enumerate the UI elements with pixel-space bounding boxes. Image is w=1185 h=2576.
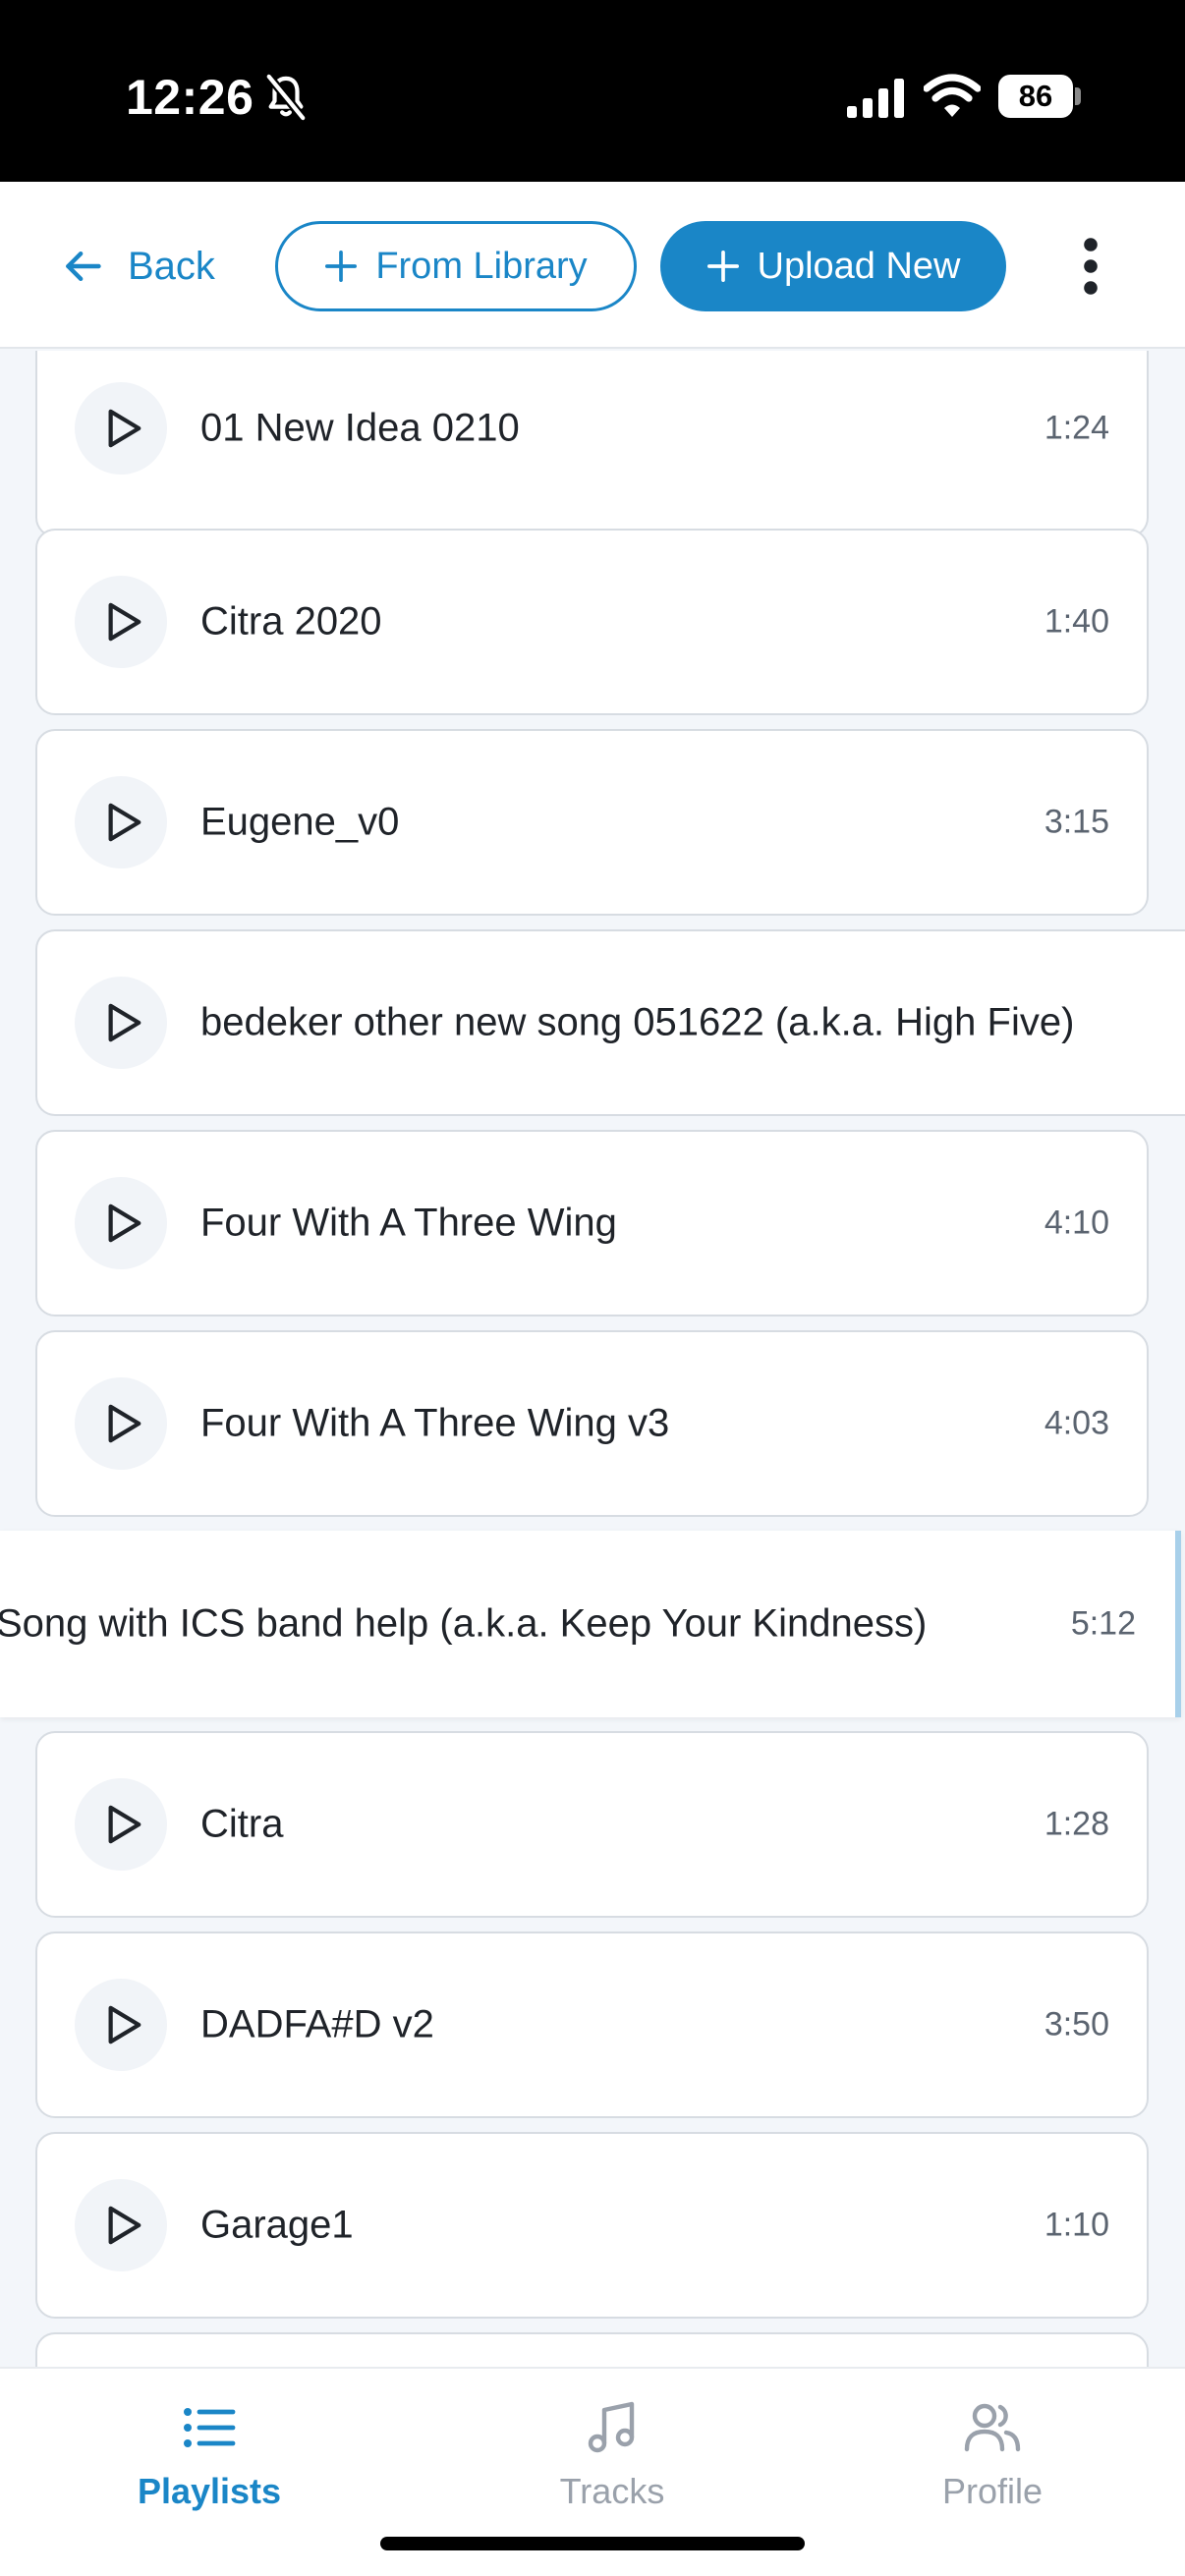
arrow-left-icon xyxy=(66,251,101,282)
tab-profile-label: Profile xyxy=(941,2471,1044,2511)
wifi-icon xyxy=(924,74,981,117)
music-note-icon xyxy=(588,2401,635,2453)
track-row[interactable]: 01 New Idea 0210 1:24 xyxy=(35,351,1149,537)
play-button[interactable] xyxy=(75,977,167,1069)
track-row[interactable]: DADFA#D v2 3:50 xyxy=(35,1932,1149,2118)
plus-icon xyxy=(325,250,358,283)
track-duration: 4:03 xyxy=(1044,1404,1109,1442)
track-duration: 3:50 xyxy=(1044,2005,1109,2044)
play-button[interactable] xyxy=(75,1177,167,1269)
tab-tracks[interactable]: Tracks xyxy=(484,2398,740,2512)
track-title: Citra 2020 xyxy=(200,599,382,644)
play-button[interactable] xyxy=(75,2179,167,2271)
track-duration: 4:10 xyxy=(1044,1204,1109,1242)
play-button[interactable] xyxy=(75,1778,167,1871)
track-duration: 3:15 xyxy=(1044,803,1109,841)
track-duration: 5:12 xyxy=(1070,1604,1136,1643)
track-row[interactable]: Citra 2020 1:40 xyxy=(35,529,1149,715)
track-title: 01 New Idea 0210 xyxy=(200,406,520,450)
play-button[interactable] xyxy=(75,576,167,668)
back-button[interactable]: Back xyxy=(61,237,215,296)
track-list: 01 New Idea 0210 1:24 Citra 2020 1:40 Eu… xyxy=(0,351,1185,2367)
status-time: 12:26 xyxy=(126,70,254,125)
battery-level: 86 xyxy=(998,75,1073,118)
from-library-button[interactable]: From Library xyxy=(275,221,637,311)
track-row[interactable]: bedeker other new song 051622 (a.k.a. Hi… xyxy=(35,929,1185,1116)
header-toolbar: Back From Library Upload New xyxy=(0,182,1185,349)
tab-playlists[interactable]: Playlists xyxy=(82,2398,337,2512)
from-library-label: From Library xyxy=(375,245,588,287)
play-button[interactable] xyxy=(75,1377,167,1470)
status-bar: 12:26 86 xyxy=(0,0,1185,182)
battery-icon: 86 xyxy=(998,75,1081,118)
track-row[interactable] xyxy=(35,2332,1149,2367)
track-row[interactable]: Four With A Three Wing 4:10 xyxy=(35,1130,1149,1316)
play-icon xyxy=(108,1404,141,1443)
track-row-dragging[interactable]: Song with ICS band help (a.k.a. Keep You… xyxy=(0,1531,1181,1717)
track-title: Four With A Three Wing xyxy=(200,1201,617,1245)
track-title: Song with ICS band help (a.k.a. Keep You… xyxy=(0,1601,928,1646)
track-title: Eugene_v0 xyxy=(200,800,400,844)
bell-slash-icon xyxy=(265,74,307,121)
upload-new-label: Upload New xyxy=(757,245,961,287)
play-icon xyxy=(108,1003,141,1042)
track-row[interactable]: Eugene_v0 3:15 xyxy=(35,729,1149,916)
play-icon xyxy=(108,602,141,642)
play-icon xyxy=(108,2005,141,2044)
play-icon xyxy=(108,2206,141,2245)
track-row[interactable]: Four With A Three Wing v3 4:03 xyxy=(35,1330,1149,1517)
track-title: Four With A Three Wing v3 xyxy=(200,1401,670,1445)
track-row[interactable]: Citra 1:28 xyxy=(35,1731,1149,1918)
signal-icon xyxy=(847,79,904,118)
play-icon xyxy=(108,1204,141,1243)
play-icon xyxy=(108,803,141,842)
track-title: Citra xyxy=(200,1802,284,1846)
users-icon xyxy=(964,2403,1021,2452)
track-duration: 1:28 xyxy=(1044,1805,1109,1843)
track-duration: 1:24 xyxy=(1044,409,1109,447)
play-button[interactable] xyxy=(75,776,167,868)
plus-icon xyxy=(706,250,739,283)
back-label: Back xyxy=(128,244,215,288)
play-icon xyxy=(108,1805,141,1844)
track-duration: 1:40 xyxy=(1044,602,1109,641)
home-indicator xyxy=(380,2537,805,2550)
tab-tracks-label: Tracks xyxy=(559,2471,665,2511)
track-duration: 1:10 xyxy=(1044,2206,1109,2244)
more-vertical-icon[interactable] xyxy=(1075,237,1106,296)
track-title: bedeker other new song 051622 (a.k.a. Hi… xyxy=(200,1000,1075,1044)
track-title: DADFA#D v2 xyxy=(200,2002,434,2046)
list-icon xyxy=(184,2408,236,2447)
upload-new-button[interactable]: Upload New xyxy=(660,221,1006,311)
play-button[interactable] xyxy=(75,1979,167,2071)
tab-playlists-label: Playlists xyxy=(137,2471,282,2511)
tab-profile[interactable]: Profile xyxy=(865,2398,1120,2512)
track-row[interactable]: Garage1 1:10 xyxy=(35,2132,1149,2319)
play-icon xyxy=(108,409,141,448)
play-button[interactable] xyxy=(75,382,167,475)
track-title: Garage1 xyxy=(200,2203,354,2247)
